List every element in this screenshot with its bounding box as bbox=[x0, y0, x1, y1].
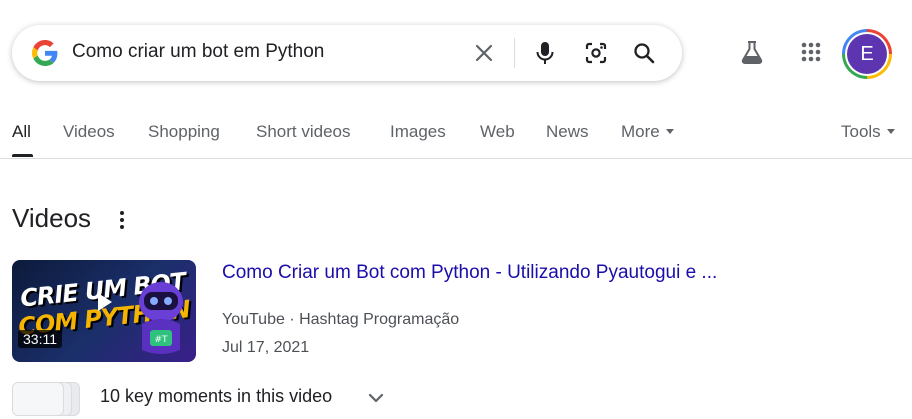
search-box[interactable]: Como criar um bot em Python bbox=[12, 25, 682, 81]
tab-short-videos[interactable]: Short videos bbox=[256, 122, 351, 142]
key-moments-toggle[interactable]: 10 key moments in this video bbox=[100, 386, 332, 407]
search-input[interactable]: Como criar um bot em Python bbox=[72, 41, 324, 63]
tab-shopping[interactable]: Shopping bbox=[148, 122, 220, 142]
key-moment-thumb bbox=[12, 382, 64, 416]
robot-illustration-icon: #T bbox=[139, 282, 183, 354]
labs-flask-icon[interactable] bbox=[737, 37, 767, 67]
video-source: YouTube · Hashtag Programação bbox=[222, 311, 460, 328]
tab-videos[interactable]: Videos bbox=[63, 122, 115, 142]
tab-news[interactable]: News bbox=[546, 122, 589, 142]
account-avatar-button[interactable]: E bbox=[842, 29, 892, 79]
microphone-icon[interactable] bbox=[531, 39, 559, 67]
play-icon bbox=[98, 293, 112, 311]
tab-images[interactable]: Images bbox=[390, 122, 446, 142]
search-icon[interactable] bbox=[630, 39, 658, 67]
tools-label: Tools bbox=[841, 122, 881, 141]
video-date: Jul 17, 2021 bbox=[222, 339, 310, 356]
tab-more-label: More bbox=[621, 122, 660, 141]
chevron-down-icon bbox=[886, 129, 895, 135]
more-options-icon[interactable] bbox=[112, 207, 132, 233]
search-divider bbox=[514, 38, 515, 68]
search-tabs: All Videos Shopping Short videos Images … bbox=[0, 118, 912, 159]
tools-button[interactable]: Tools bbox=[841, 122, 895, 142]
lens-icon[interactable] bbox=[582, 39, 610, 67]
apps-grid-icon[interactable] bbox=[796, 37, 826, 67]
svg-text:#T: #T bbox=[154, 335, 168, 345]
section-title: Videos bbox=[12, 203, 92, 233]
chevron-down-icon[interactable] bbox=[366, 388, 386, 408]
clear-icon[interactable] bbox=[470, 39, 498, 67]
tab-web[interactable]: Web bbox=[480, 122, 515, 142]
key-moments-thumbnails bbox=[12, 382, 80, 419]
avatar-ring-inner: E bbox=[845, 32, 889, 76]
video-duration: 33:11 bbox=[18, 330, 62, 348]
tab-all[interactable]: All bbox=[12, 122, 31, 142]
tab-more[interactable]: More bbox=[621, 122, 674, 142]
google-g-icon bbox=[32, 40, 58, 66]
chevron-down-icon bbox=[665, 129, 674, 135]
active-tab-indicator bbox=[12, 154, 33, 157]
avatar: E bbox=[847, 34, 887, 74]
video-title-link[interactable]: Como Criar um Bot com Python - Utilizand… bbox=[222, 262, 717, 284]
